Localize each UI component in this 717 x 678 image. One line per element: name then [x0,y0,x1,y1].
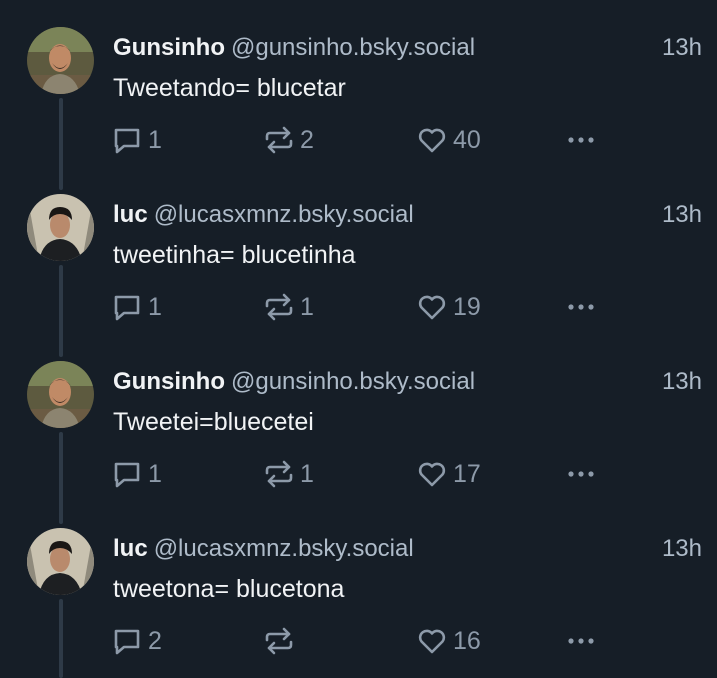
avatar[interactable] [27,27,94,94]
reply-button[interactable]: 2 [110,624,162,658]
speech-bubble-icon [110,290,144,324]
timestamp: 13h [661,535,702,562]
repost-arrows-icon [262,290,296,324]
display-name[interactable]: Gunsinho [113,368,225,395]
post-text: tweetinha= blucetinha [113,241,356,269]
repost-count: 1 [300,459,314,488]
handle[interactable]: @lucasxmnz.bsky.social [154,535,414,562]
handle[interactable]: @gunsinho.bsky.social [231,34,475,61]
handle[interactable]: @lucasxmnz.bsky.social [154,201,414,228]
ellipsis-icon [564,123,598,157]
post-header: luc @lucasxmnz.bsky.social [113,534,414,564]
like-count: 40 [453,125,481,154]
ellipsis-icon [564,290,598,324]
heart-icon [415,123,449,157]
like-button[interactable]: 16 [415,624,481,658]
repost-arrows-icon [262,624,296,658]
speech-bubble-icon [110,624,144,658]
avatar[interactable] [27,361,94,428]
more-options-button[interactable] [564,457,598,491]
reply-button[interactable]: 1 [110,457,162,491]
timestamp: 13h [661,34,702,61]
more-options-button[interactable] [564,624,598,658]
post-text: Tweetei=bluecetei [113,408,314,436]
repost-count: 2 [300,125,314,154]
post[interactable]: Gunsinho @gunsinho.bsky.social 13h Tweete… [0,334,717,501]
repost-arrows-icon [262,123,296,157]
like-count: 17 [453,459,481,488]
repost-button[interactable]: 2 [262,123,314,157]
heart-icon [415,457,449,491]
like-count: 19 [453,292,481,321]
timestamp: 13h [661,201,702,228]
post-actions: 2 16 [110,624,600,658]
display-name[interactable]: luc [113,201,148,228]
timestamp: 13h [661,368,702,395]
post-text: Tweetando= blucetar [113,74,346,102]
like-button[interactable]: 17 [415,457,481,491]
repost-arrows-icon [262,457,296,491]
repost-count: 1 [300,292,314,321]
speech-bubble-icon [110,123,144,157]
post-actions: 1 1 17 [110,457,600,491]
repost-button[interactable]: 1 [262,290,314,324]
ellipsis-icon [564,624,598,658]
handle[interactable]: @gunsinho.bsky.social [231,368,475,395]
like-button[interactable]: 40 [415,123,481,157]
heart-icon [415,624,449,658]
reply-button[interactable]: 1 [110,290,162,324]
post-text: tweetona= blucetona [113,575,345,603]
repost-button[interactable]: 1 [262,457,314,491]
like-count: 16 [453,626,481,655]
reply-count: 1 [148,292,162,321]
ellipsis-icon [564,457,598,491]
post[interactable]: Gunsinho @gunsinho.bsky.social 13h Tweeta… [0,0,717,167]
reply-button[interactable]: 1 [110,123,162,157]
post-header: Gunsinho @gunsinho.bsky.social [113,367,475,397]
post-header: luc @lucasxmnz.bsky.social [113,200,414,230]
reply-count: 2 [148,626,162,655]
reply-count: 1 [148,459,162,488]
post-actions: 1 2 40 [110,123,600,157]
post[interactable]: luc @lucasxmnz.bsky.social 13h tweetinha=… [0,167,717,334]
post-header: Gunsinho @gunsinho.bsky.social [113,33,475,63]
more-options-button[interactable] [564,290,598,324]
display-name[interactable]: Gunsinho [113,34,225,61]
post[interactable]: luc @lucasxmnz.bsky.social 13h tweetona= … [0,501,717,668]
heart-icon [415,290,449,324]
like-button[interactable]: 19 [415,290,481,324]
display-name[interactable]: luc [113,535,148,562]
avatar[interactable] [27,194,94,261]
post-actions: 1 1 19 [110,290,600,324]
speech-bubble-icon [110,457,144,491]
more-options-button[interactable] [564,123,598,157]
repost-button[interactable] [262,624,300,658]
avatar[interactable] [27,528,94,595]
reply-count: 1 [148,125,162,154]
